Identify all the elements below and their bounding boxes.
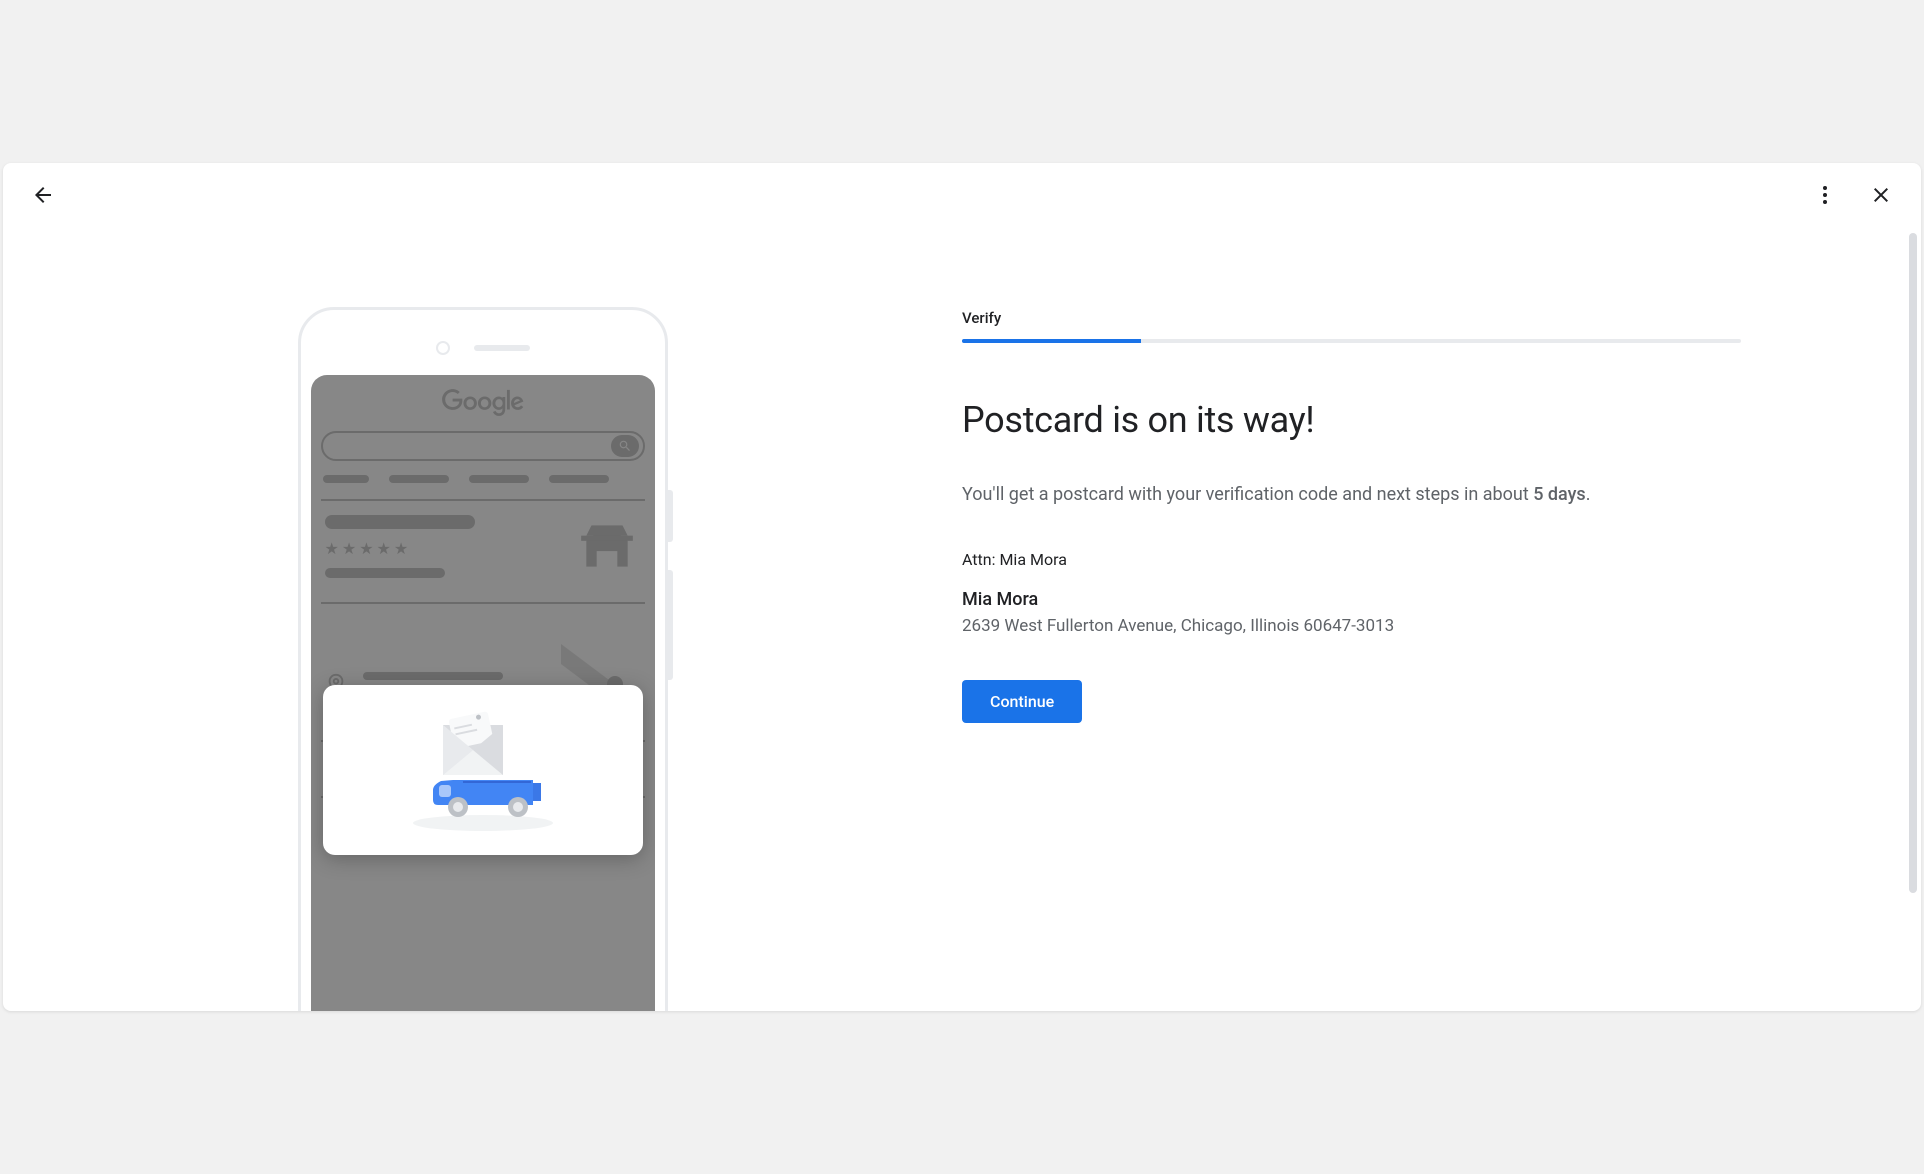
text-line-mock	[325, 515, 475, 529]
close-button[interactable]	[1861, 175, 1901, 215]
verification-modal: ★ ★ ★ ★ ★	[3, 163, 1921, 1011]
phone-screen: ★ ★ ★ ★ ★	[311, 375, 655, 1011]
result-section-mock: ★ ★ ★ ★ ★	[321, 499, 645, 602]
mail-truck-icon	[393, 705, 573, 835]
speaker-slit-icon	[474, 345, 530, 351]
content-column: Verify Postcard is on its way! You'll ge…	[962, 227, 1921, 1011]
modal-body: ★ ★ ★ ★ ★	[3, 163, 1921, 1011]
more-options-button[interactable]	[1805, 175, 1845, 215]
phone-side-button	[668, 490, 673, 542]
tab-mock	[469, 475, 529, 483]
description-days: 5 days	[1533, 484, 1586, 505]
phone-side-button	[668, 570, 673, 680]
star-icon: ★	[342, 539, 356, 558]
result-text-mock: ★ ★ ★ ★ ★	[325, 515, 559, 588]
star-icon: ★	[359, 539, 373, 558]
star-icon: ★	[377, 539, 391, 558]
tabs-row-mock	[321, 475, 645, 483]
description: You'll get a postcard with your verifica…	[962, 481, 1741, 510]
tab-mock	[549, 475, 609, 483]
storefront-icon	[573, 515, 641, 577]
modal-header	[3, 163, 1921, 227]
more-vert-icon	[1813, 183, 1837, 207]
google-logo	[321, 389, 645, 421]
arrow-back-icon	[31, 183, 55, 207]
text-line-mock	[363, 672, 503, 680]
search-icon	[618, 439, 632, 453]
illustration-column: ★ ★ ★ ★ ★	[3, 227, 962, 1011]
description-suffix: .	[1586, 484, 1591, 505]
page-title: Postcard is on its way!	[962, 399, 1741, 441]
scrollbar-thumb[interactable]	[1909, 233, 1917, 893]
search-icon-box	[611, 435, 639, 457]
google-logo-icon	[442, 389, 524, 417]
search-bar-mock	[321, 431, 645, 461]
attn-prefix: Attn:	[962, 550, 999, 569]
progress-bar	[962, 339, 1741, 343]
star-icon: ★	[394, 539, 408, 558]
tab-mock	[389, 475, 449, 483]
tab-mock	[323, 475, 369, 483]
business-name: Mia Mora	[962, 589, 1741, 610]
header-right	[1805, 175, 1901, 215]
phone-mockup: ★ ★ ★ ★ ★	[298, 307, 668, 1011]
phone-speaker-area	[311, 320, 655, 375]
star-icon: ★	[325, 539, 339, 558]
close-icon	[1869, 183, 1893, 207]
header-left	[23, 175, 63, 215]
stars-mock: ★ ★ ★ ★ ★	[325, 539, 559, 558]
progress-fill	[962, 339, 1141, 343]
continue-button[interactable]: Continue	[962, 680, 1082, 723]
camera-dot-icon	[436, 341, 450, 355]
text-line-mock	[325, 568, 445, 578]
attn-line: Attn: Mia Mora	[962, 550, 1741, 569]
postcard-illustration-card	[323, 685, 643, 855]
address: 2639 West Fullerton Avenue, Chicago, Ill…	[962, 616, 1741, 636]
attn-name: Mia Mora	[999, 550, 1066, 569]
back-button[interactable]	[23, 175, 63, 215]
scrollbar[interactable]	[1909, 233, 1917, 1001]
step-label: Verify	[962, 309, 1741, 327]
description-prefix: You'll get a postcard with your verifica…	[962, 484, 1533, 505]
